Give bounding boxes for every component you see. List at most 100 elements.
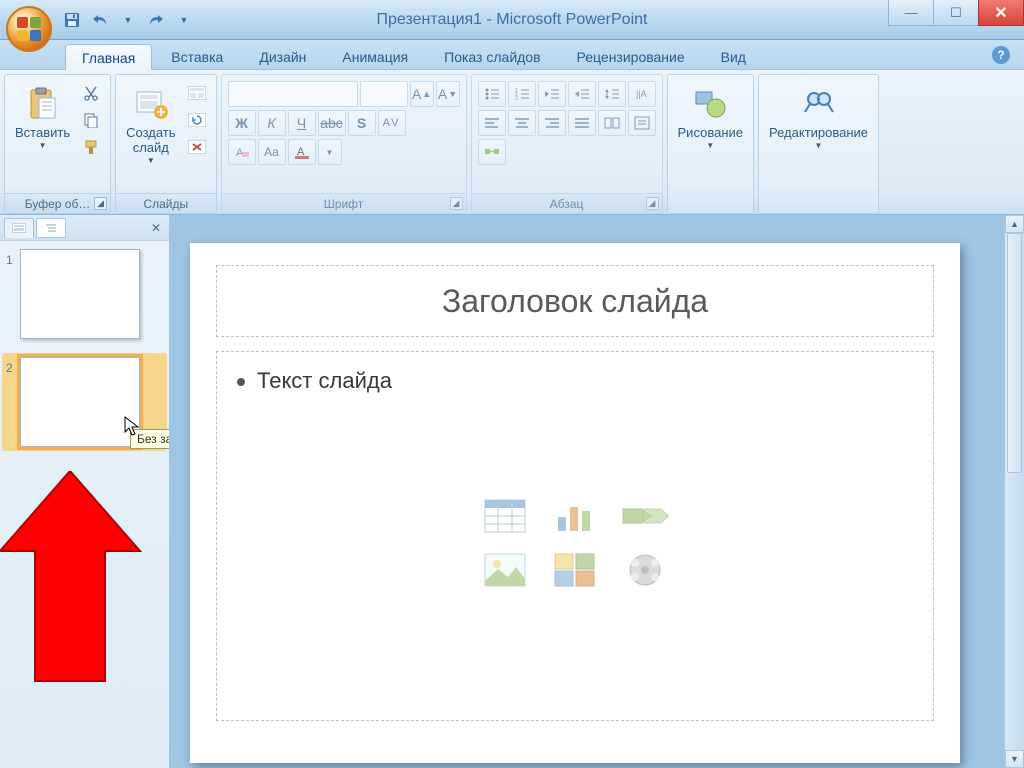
tab-slideshow[interactable]: Показ слайдов xyxy=(427,43,557,69)
shadow-icon[interactable]: S xyxy=(348,110,376,136)
strikethrough-icon[interactable]: abc xyxy=(318,110,346,136)
title-placeholder[interactable]: Заголовок слайда xyxy=(216,265,934,337)
reset-icon[interactable] xyxy=(185,108,209,132)
align-text-icon[interactable] xyxy=(628,110,656,136)
undo-icon[interactable] xyxy=(88,8,112,32)
help-icon[interactable]: ? xyxy=(992,46,1010,64)
clipart-icon[interactable] xyxy=(547,548,603,592)
font-color-icon[interactable]: A xyxy=(288,139,316,165)
thumb-number: 2 xyxy=(6,357,20,375)
align-center-icon[interactable] xyxy=(508,110,536,136)
slide[interactable]: Заголовок слайда Текст слайда xyxy=(190,243,960,763)
character-spacing-icon[interactable]: AV xyxy=(378,110,406,136)
tab-view[interactable]: Вид xyxy=(704,43,763,69)
font-size-combo[interactable] xyxy=(360,81,408,107)
new-slide-icon xyxy=(133,86,169,122)
office-button[interactable] xyxy=(6,6,52,52)
content-placeholder[interactable]: Текст слайда xyxy=(216,351,934,721)
text-direction-icon[interactable]: ||A xyxy=(628,81,656,107)
group-label-paragraph: Абзац xyxy=(550,197,584,211)
shrink-font-icon[interactable]: A▼ xyxy=(436,81,460,107)
tab-review[interactable]: Рецензирование xyxy=(560,43,702,69)
paste-icon xyxy=(25,86,61,122)
smartart-icon[interactable] xyxy=(617,494,673,538)
grow-font-icon[interactable]: A▲ xyxy=(410,81,434,107)
format-painter-icon[interactable] xyxy=(79,135,103,159)
group-drawing: Рисование ▼ x xyxy=(667,74,754,214)
slides-panel: ✕ 1 2 Без заголовка] xyxy=(0,215,170,768)
dialog-launcher-icon[interactable]: ◢ xyxy=(94,197,107,210)
line-spacing-icon[interactable] xyxy=(598,81,626,107)
bullets-icon[interactable] xyxy=(478,81,506,107)
editing-button[interactable]: Редактирование ▼ xyxy=(763,79,874,189)
bold-icon[interactable]: Ж xyxy=(228,110,256,136)
slide-thumbnail-1[interactable] xyxy=(20,249,140,339)
scroll-thumb[interactable] xyxy=(1007,233,1022,473)
clear-formatting-icon[interactable]: A xyxy=(228,139,256,165)
work-area: ✕ 1 2 Без заголовка] Заголовок слайда xyxy=(0,215,1024,768)
quick-access-toolbar: ▼ ▼ xyxy=(60,8,196,32)
svg-text:3: 3 xyxy=(515,96,518,101)
group-label-clipboard: Буфер об… xyxy=(25,197,91,211)
columns-icon[interactable] xyxy=(598,110,626,136)
cut-icon[interactable] xyxy=(79,81,103,105)
convert-smartart-icon[interactable] xyxy=(478,139,506,165)
media-icon[interactable] xyxy=(617,548,673,592)
change-case-icon[interactable]: Aa xyxy=(258,139,286,165)
table-icon[interactable] xyxy=(477,494,533,538)
thumb-number: 1 xyxy=(6,249,20,267)
italic-icon[interactable]: К xyxy=(258,110,286,136)
ribbon: Вставить ▼ Буфер об…◢ xyxy=(0,70,1024,215)
tab-animations[interactable]: Анимация xyxy=(325,43,425,69)
scroll-up-icon[interactable]: ▲ xyxy=(1005,215,1024,233)
slides-tab-outline[interactable] xyxy=(36,218,66,238)
align-left-icon[interactable] xyxy=(478,110,506,136)
copy-icon[interactable] xyxy=(79,108,103,132)
group-editing: Редактирование ▼ x xyxy=(758,74,879,214)
undo-dropdown-icon[interactable]: ▼ xyxy=(116,8,140,32)
tab-design[interactable]: Дизайн xyxy=(242,43,323,69)
increase-indent-icon[interactable] xyxy=(568,81,596,107)
chart-icon[interactable] xyxy=(547,494,603,538)
decrease-indent-icon[interactable] xyxy=(538,81,566,107)
tab-insert[interactable]: Вставка xyxy=(154,43,240,69)
picture-icon[interactable] xyxy=(477,548,533,592)
new-slide-button[interactable]: Создать слайд ▼ xyxy=(120,79,181,189)
title-bar: ▼ ▼ Презентация1 - Microsoft PowerPoint … xyxy=(0,0,1024,40)
underline-icon[interactable]: Ч xyxy=(288,110,316,136)
drawing-button[interactable]: Рисование ▼ xyxy=(672,79,749,189)
redo-icon[interactable] xyxy=(144,8,168,32)
group-font: A▲ A▼ Ж К Ч abc S AV A Aa A xyxy=(221,74,467,214)
layout-icon[interactable] xyxy=(185,81,209,105)
delete-slide-icon[interactable] xyxy=(185,135,209,159)
save-icon[interactable] xyxy=(60,8,84,32)
justify-icon[interactable] xyxy=(568,110,596,136)
dialog-launcher-icon[interactable]: ◢ xyxy=(450,197,463,210)
qat-customize-icon[interactable]: ▼ xyxy=(172,8,196,32)
maximize-button[interactable]: ☐ xyxy=(933,0,979,26)
slides-tab-thumbnails[interactable] xyxy=(4,218,34,238)
dialog-launcher-icon[interactable]: ◢ xyxy=(646,197,659,210)
minimize-button[interactable]: — xyxy=(888,0,934,26)
ribbon-tabs: Главная Вставка Дизайн Анимация Показ сл… xyxy=(0,40,1024,70)
tab-home[interactable]: Главная xyxy=(65,44,152,70)
group-paragraph: 123 ||A Абзац ◢ xyxy=(471,74,663,214)
font-name-combo[interactable] xyxy=(228,81,358,107)
scroll-down-icon[interactable]: ▼ xyxy=(1005,750,1024,768)
chevron-down-icon: ▼ xyxy=(39,141,47,150)
slide-thumbnail-2[interactable] xyxy=(20,357,140,447)
window-controls: — ☐ ✕ xyxy=(889,0,1024,26)
chevron-down-icon: ▼ xyxy=(147,156,155,165)
vertical-scrollbar[interactable]: ▲ ▼ xyxy=(1004,215,1024,768)
svg-text:||A: ||A xyxy=(636,89,647,99)
slide-canvas[interactable]: Заголовок слайда Текст слайда xyxy=(170,215,1024,768)
panel-close-icon[interactable]: ✕ xyxy=(147,221,165,235)
close-button[interactable]: ✕ xyxy=(978,0,1024,26)
numbering-icon[interactable]: 123 xyxy=(508,81,536,107)
align-right-icon[interactable] xyxy=(538,110,566,136)
find-icon xyxy=(801,86,837,122)
paste-button[interactable]: Вставить ▼ xyxy=(9,79,76,189)
chevron-down-icon: ▼ xyxy=(815,141,823,150)
group-clipboard: Вставить ▼ Буфер об…◢ xyxy=(4,74,111,214)
font-color-dropdown-icon[interactable]: ▼ xyxy=(318,139,342,165)
